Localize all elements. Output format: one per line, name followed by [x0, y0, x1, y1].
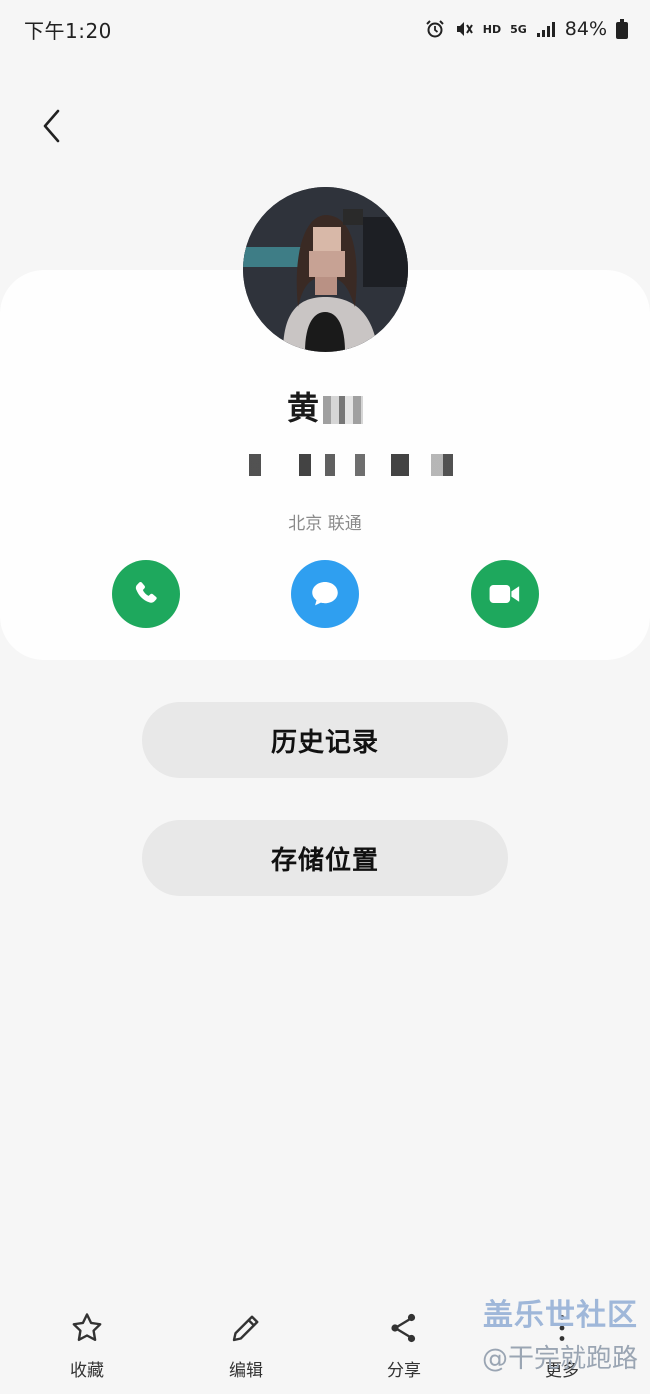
message-button[interactable]: [291, 560, 359, 628]
battery-icon: [616, 19, 628, 39]
status-time: 下午1:20: [24, 18, 112, 43]
avatar: [243, 187, 408, 352]
phone-number-redacted: [0, 450, 650, 480]
signal-icon: [536, 20, 556, 38]
video-camera-icon: [489, 585, 520, 603]
call-button[interactable]: [112, 560, 180, 628]
carrier-location: 北京 联通: [288, 514, 362, 534]
storage-location-button[interactable]: 存储位置: [142, 820, 508, 896]
share-label: 分享: [387, 1361, 421, 1381]
more-vertical-icon: [559, 1315, 565, 1341]
favorite-button[interactable]: 收藏: [37, 1310, 137, 1381]
network-indicator: 5G: [510, 22, 527, 36]
favorite-label: 收藏: [70, 1361, 104, 1381]
share-icon: [391, 1313, 416, 1343]
video-call-button[interactable]: [471, 560, 539, 628]
star-icon: [72, 1313, 102, 1342]
status-bar: 下午1:20 HD 5G 84%: [0, 0, 650, 58]
hd-indicator: HD: [482, 22, 502, 36]
more-button[interactable]: 更多: [512, 1310, 612, 1381]
phone-mosaic: [195, 454, 455, 476]
name-redaction: [323, 396, 363, 424]
contact-name: 黄: [0, 383, 650, 429]
more-label: 更多: [545, 1361, 579, 1381]
chat-bubble-icon: [312, 581, 338, 606]
history-button[interactable]: 历史记录: [142, 702, 508, 778]
mute-icon: [454, 19, 474, 39]
chevron-left-icon: [43, 109, 60, 143]
pencil-icon: [232, 1315, 259, 1342]
phone-icon: [135, 581, 157, 603]
battery-percent: 84%: [564, 18, 607, 40]
edit-button[interactable]: 编辑: [196, 1310, 296, 1381]
back-button[interactable]: [30, 104, 74, 148]
status-icons: HD 5G 84%: [425, 18, 628, 40]
share-button[interactable]: 分享: [354, 1310, 454, 1381]
bottom-toolbar: 收藏 编辑 分享 更多: [0, 1300, 650, 1394]
contact-name-text: 黄: [286, 389, 319, 427]
alarm-icon: [425, 19, 445, 39]
edit-label: 编辑: [229, 1361, 263, 1381]
